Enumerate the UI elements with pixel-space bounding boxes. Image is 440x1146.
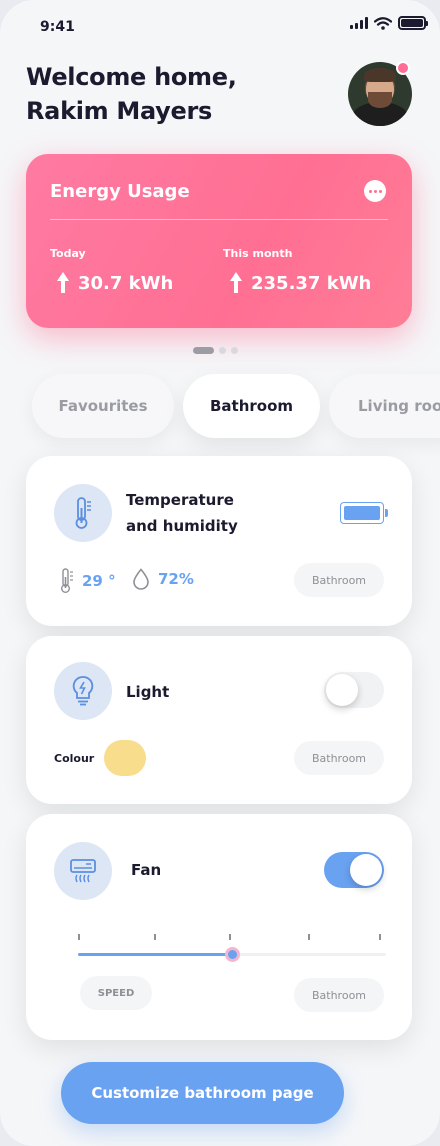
colour-swatch[interactable] [104, 740, 146, 776]
colour-label: Colour [54, 752, 95, 765]
speed-chip[interactable]: SPEED [80, 976, 152, 1010]
carousel-pager[interactable] [193, 347, 238, 354]
tab-living-room[interactable]: Living room [329, 374, 440, 438]
month-value: 235.37 kWh [229, 272, 371, 294]
speed-ticks [78, 934, 382, 942]
customize-page-button[interactable]: Customize bathroom page [61, 1062, 344, 1124]
thermometer-small-icon [61, 568, 73, 594]
today-value: 30.7 kWh [56, 272, 173, 294]
status-icons [350, 16, 428, 30]
device-battery-icon [340, 502, 388, 524]
bulb-icon [72, 676, 94, 706]
air-conditioner-icon [70, 859, 96, 883]
month-value-text: 235.37 kWh [251, 272, 372, 294]
title-line-2: and humidity [126, 517, 238, 535]
pager-dot[interactable] [231, 347, 238, 354]
arrow-up-icon [56, 272, 70, 294]
humidity-value: 72% [158, 570, 194, 588]
fan-toggle[interactable] [324, 852, 384, 888]
pager-dot-active[interactable] [193, 347, 214, 354]
phone-screen: 9:41 Welcome home, Rakim Mayers Energy U… [0, 0, 440, 1146]
arrow-up-icon [229, 272, 243, 294]
dot-icon [368, 189, 372, 193]
temperature-reading: 29 ° [60, 568, 116, 594]
tab-bathroom[interactable]: Bathroom [183, 374, 320, 438]
thermometer-icon-circle [54, 484, 112, 542]
water-drop-icon [133, 568, 149, 590]
temperature-value: 29 ° [82, 572, 116, 590]
welcome-title: Welcome home, Rakim Mayers [26, 63, 237, 125]
room-chip[interactable]: Bathroom [294, 978, 384, 1012]
energy-title: Energy Usage [50, 181, 190, 202]
battery-status-icon [398, 16, 428, 30]
energy-usage-card[interactable]: Energy Usage Today 30.7 kWh This month 2… [26, 154, 412, 328]
humidity-reading: 72% [132, 568, 194, 590]
bulb-icon-circle [54, 662, 112, 720]
fan-icon-circle [54, 842, 112, 900]
light-title: Light [126, 683, 170, 701]
speed-slider-thumb[interactable] [225, 947, 240, 962]
toggle-knob [326, 674, 358, 706]
status-time: 9:41 [40, 19, 75, 35]
signal-icon [350, 17, 368, 29]
fan-card[interactable]: Fan SPEED Bathroom [26, 814, 412, 1040]
month-label: This month [223, 247, 293, 260]
room-chip[interactable]: Bathroom [294, 741, 384, 775]
thermometer-icon [75, 497, 91, 529]
temperature-humidity-card[interactable]: Temperature and humidity 29 ° 72% Bathro… [26, 456, 412, 626]
toggle-knob [350, 854, 382, 886]
light-toggle[interactable] [324, 672, 384, 708]
room-chip[interactable]: Bathroom [294, 563, 384, 597]
light-card[interactable]: Light Colour Bathroom [26, 636, 412, 804]
fan-title: Fan [131, 861, 162, 879]
today-value-text: 30.7 kWh [78, 272, 174, 294]
pager-dot[interactable] [219, 347, 226, 354]
title-line-1: Temperature [126, 491, 234, 509]
today-label: Today [50, 247, 86, 260]
tab-favourites[interactable]: Favourites [32, 374, 174, 438]
temperature-title: Temperature and humidity [126, 487, 238, 539]
energy-divider [50, 219, 388, 220]
wifi-icon [374, 16, 392, 30]
notification-dot [396, 61, 410, 75]
speed-slider-fill [78, 953, 232, 956]
more-options-button[interactable] [364, 180, 386, 202]
